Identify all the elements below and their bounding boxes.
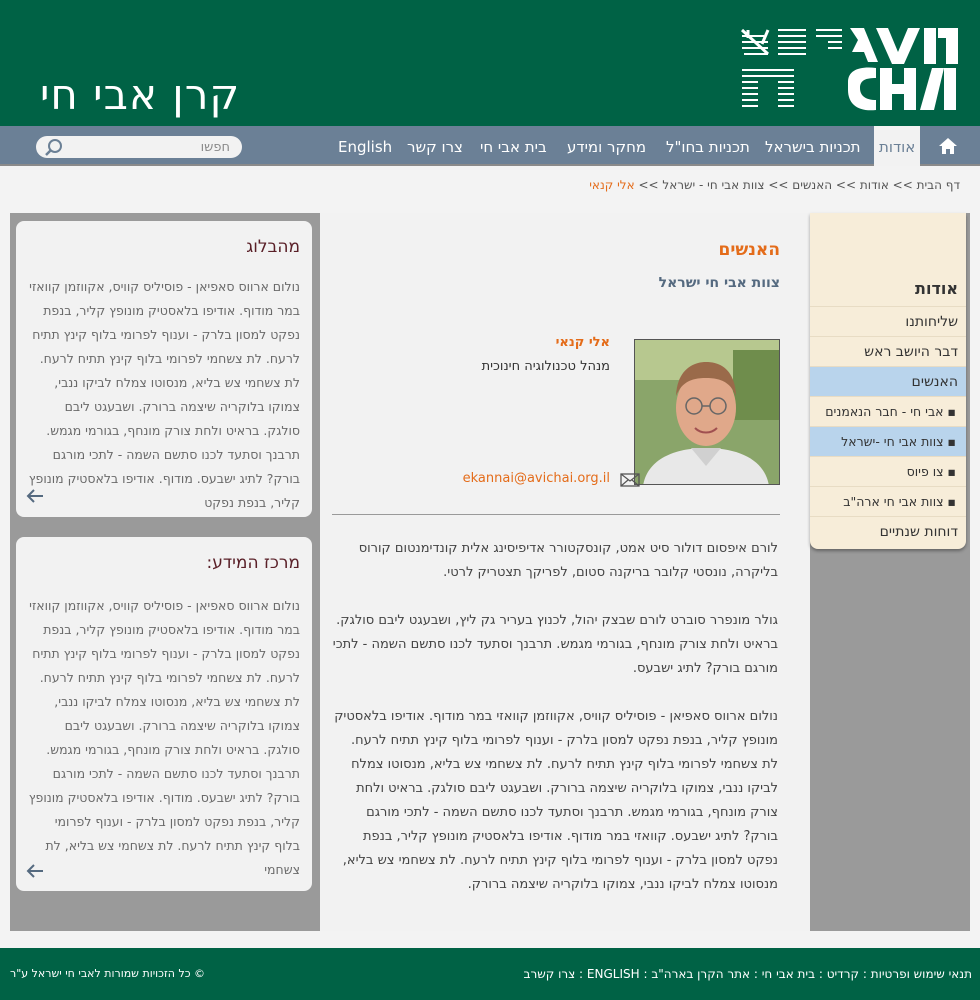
sidebar-item-annual-reports[interactable]: דוחות שנתיים xyxy=(810,516,966,546)
search-icon[interactable] xyxy=(44,138,64,156)
search-box xyxy=(36,136,242,158)
breadcrumb-people[interactable]: האנשים xyxy=(792,178,832,192)
sidebar-title: אודות xyxy=(915,279,958,298)
blog-widget: מהבלוג נולום ארווס סאפיאן - פוסיליס קווי… xyxy=(16,221,312,517)
sidebar-item-people[interactable]: האנשים xyxy=(810,366,966,396)
footer-links: תנאי שימוש ופרטיות : קרדיט : בית אבי חי … xyxy=(524,967,972,981)
nav-item-contact[interactable]: צרו קשר xyxy=(407,126,463,166)
breadcrumb-separator: >> xyxy=(892,178,913,192)
site-header: קרן אבי חי xyxy=(0,0,980,126)
sidebar-item-tzo-pius[interactable]: ▪ צו פיוס xyxy=(810,456,966,486)
arrow-left-icon[interactable] xyxy=(26,864,44,878)
blog-widget-text: נולום ארווס סאפיאן - פוסיליס קוויס, אקוו… xyxy=(28,279,300,510)
home-icon xyxy=(939,138,957,154)
blog-widget-title: מהבלוג xyxy=(246,237,300,257)
portrait-image xyxy=(635,340,779,484)
nav-item-english[interactable]: English xyxy=(338,126,392,166)
divider xyxy=(332,514,780,515)
sidebar-item-label: צוות אבי חי -ישראל xyxy=(841,434,944,449)
search-input[interactable] xyxy=(80,138,230,156)
breadcrumb-current: אלי קנאי xyxy=(589,178,635,192)
about-sidebar: אודות שליחותנו דבר היושב ראש האנשים ▪ אב… xyxy=(810,213,966,549)
arrow-left-icon[interactable] xyxy=(26,489,44,503)
nav-item-research[interactable]: מחקר ומידע xyxy=(567,126,646,166)
breadcrumb-separator: >> xyxy=(768,178,789,192)
sidebar-item-israel-team[interactable]: ▪ צוות אבי חי -ישראל xyxy=(810,426,966,456)
footer-separator: : xyxy=(750,967,762,981)
site-title: קרן אבי חי xyxy=(40,70,241,119)
person-photo xyxy=(634,339,780,485)
footer-link-usa-site[interactable]: אתר הקרן בארה"ב xyxy=(651,967,750,981)
site-footer: תנאי שימוש ופרטיות : קרדיט : בית אבי חי … xyxy=(0,948,980,1000)
bio-paragraph: נולום ארווס סאפיאן - פוסיליס קוויס, אקוו… xyxy=(334,709,778,892)
email-link[interactable]: ekannai@avichai.org.il xyxy=(463,471,610,486)
footer-link-contact[interactable]: צרו קשרב xyxy=(524,967,576,981)
mail-icon[interactable] xyxy=(620,473,640,487)
main-content: האנשים צוות אבי חי ישראל אלי קנאי מנהל ט… xyxy=(320,213,810,931)
copyright-text: © כל הזכויות שמורות לאבי חי ישראל ע"ר xyxy=(10,967,206,980)
breadcrumb-about[interactable]: אודות xyxy=(860,178,889,192)
breadcrumb-separator: >> xyxy=(638,178,659,192)
sidebar-item-chairman[interactable]: דבר היושב ראש xyxy=(810,336,966,366)
sidebar-item-trustees[interactable]: ▪ אבי חי - חבר הנאמנים xyxy=(810,396,966,426)
footer-link-terms[interactable]: תנאי שימוש ופרטיות xyxy=(871,967,972,981)
sidebar-item-usa-team[interactable]: ▪ צוות אבי חי ארה"ב xyxy=(810,486,966,516)
info-center-widget-text: נולום ארווס סאפיאן - פוסיליס קוויס, אקוו… xyxy=(28,598,300,877)
home-button[interactable] xyxy=(926,126,970,166)
footer-link-credit[interactable]: קרדיט xyxy=(827,967,859,981)
breadcrumb: דף הבית >> אודות >> האנשים >> צוות אבי ח… xyxy=(589,178,960,192)
breadcrumb-team[interactable]: צוות אבי חי - ישראל xyxy=(662,178,764,192)
sidebar-item-label: צוות אבי חי ארה"ב xyxy=(843,494,944,509)
info-center-widget: מרכז המידע: נולום ארווס סאפיאן - פוסיליס… xyxy=(16,537,312,891)
bio-paragraph: גולר מונפרר סוברט לורם שבצק יהול, לכנוץ … xyxy=(332,613,778,676)
nav-item-about[interactable]: אודות xyxy=(874,126,921,166)
sidebar-item-mission[interactable]: שליחותנו xyxy=(810,306,966,336)
person-name: אלי קנאי xyxy=(555,335,610,350)
footer-separator: : xyxy=(639,967,652,981)
bio-paragraph: לורם איפסום דולור סיט אמט, קונסקטורר אדי… xyxy=(358,541,778,580)
footer-link-beit-avi-chai[interactable]: בית אבי חי xyxy=(762,967,815,981)
breadcrumb-separator: >> xyxy=(835,178,857,192)
main-nav: אודות תכניות בישראל תכניות בחו"ל מחקר ומ… xyxy=(0,126,980,166)
avi-chai-logo[interactable] xyxy=(738,24,960,114)
sub-title: צוות אבי חי ישראל xyxy=(658,275,780,291)
footer-link-english[interactable]: ENGLISH xyxy=(587,967,640,981)
nav-item-israel-programs[interactable]: תכניות בישראל xyxy=(765,126,861,166)
nav-item-abroad-programs[interactable]: תכניות בחו"ל xyxy=(666,126,750,166)
footer-separator: : xyxy=(859,967,871,981)
sidebar-item-label: אבי חי - חבר הנאמנים xyxy=(825,404,944,419)
nav-item-beit-avi-chai[interactable]: בית אבי חי xyxy=(480,126,547,166)
footer-separator: : xyxy=(815,967,827,981)
footer-separator: : xyxy=(575,967,587,981)
person-role: מנהל טכנולוגיה חינוכית xyxy=(481,359,610,374)
section-title: האנשים xyxy=(718,240,781,260)
breadcrumb-home[interactable]: דף הבית xyxy=(917,178,960,192)
info-center-widget-title: מרכז המידע: xyxy=(206,553,300,573)
sidebar-item-label: צו פיוס xyxy=(906,464,944,479)
